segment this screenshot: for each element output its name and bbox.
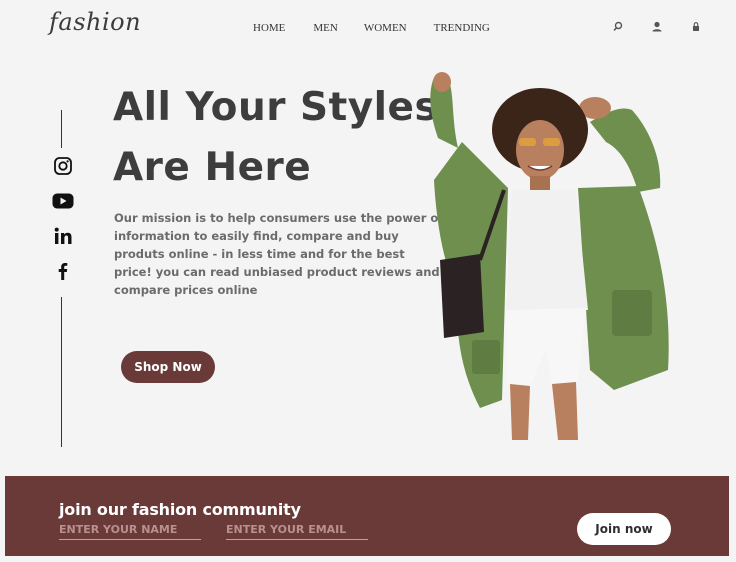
nav-home[interactable]: HOME (253, 22, 285, 34)
shop-now-button[interactable]: Shop Now (121, 351, 215, 383)
header-icons (612, 20, 702, 34)
email-input[interactable] (226, 520, 368, 540)
join-now-button[interactable]: Join now (577, 513, 671, 545)
name-input[interactable] (59, 520, 201, 540)
hero-description: Our mission is to help consumers use the… (114, 211, 444, 297)
brand-logo[interactable]: fashion (49, 8, 141, 36)
linkedin-icon[interactable] (52, 225, 74, 247)
social-divider-bottom (61, 297, 62, 447)
search-icon[interactable] (612, 20, 624, 34)
instagram-icon[interactable] (52, 155, 74, 177)
facebook-icon[interactable] (52, 260, 74, 282)
lock-icon[interactable] (690, 20, 702, 34)
social-divider-top (61, 110, 62, 148)
hero-title-line2: Are Here (113, 145, 312, 190)
hero-title-line1: All Your Styles (113, 85, 439, 130)
youtube-icon[interactable] (52, 190, 74, 212)
nav-women[interactable]: WOMEN (364, 22, 407, 34)
nav-men[interactable]: MEN (313, 22, 337, 34)
user-icon[interactable] (651, 20, 663, 34)
main-nav: HOME MEN WOMEN TRENDING (253, 22, 490, 34)
newsletter-title: join our fashion community (59, 500, 301, 519)
hero-model-image (400, 70, 680, 440)
nav-trending[interactable]: TRENDING (434, 22, 490, 34)
